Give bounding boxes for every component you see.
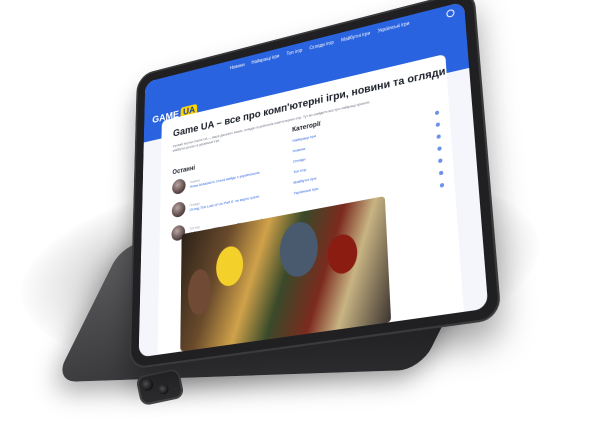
side-rail: [435, 110, 444, 187]
rail-dot[interactable]: [437, 146, 441, 151]
category-link[interactable]: Майбутні ігри: [293, 175, 318, 185]
front-tablet: Новини Найкращі ігри Топ ігор Огляди іго…: [108, 22, 484, 340]
avatar: [172, 201, 186, 219]
nav-item-reviews[interactable]: Огляди ігор: [309, 40, 333, 51]
category-link[interactable]: Найкращі ігри: [292, 133, 317, 143]
category-link[interactable]: Українські ігри: [294, 186, 319, 196]
camera-lens-icon: [158, 383, 170, 395]
camera-lens-icon: [140, 377, 154, 391]
scene: ● Новини Найкращі ігри Топ ігор Огляди і…: [0, 0, 594, 428]
category-link[interactable]: Топ ігор: [293, 164, 318, 174]
nav-item-best-games[interactable]: Найкращі ігри: [252, 54, 280, 66]
recent-heading: Останні: [172, 165, 195, 176]
nav-item-upcoming[interactable]: Майбутні ігри: [341, 31, 370, 44]
tablet-frame: Новини Найкращі ігри Топ ігор Огляди іго…: [129, 0, 502, 370]
rail-dot[interactable]: [436, 134, 440, 139]
category-link[interactable]: Новини: [293, 143, 318, 153]
nav-item-top-games[interactable]: Топ ігор: [286, 48, 302, 57]
tablet-screen: Новини Найкращі ігри Топ ігор Огляди іго…: [139, 1, 489, 357]
nav-item-news[interactable]: Новини: [230, 62, 245, 71]
rail-dot[interactable]: [438, 158, 442, 163]
nav-item-ukrainian[interactable]: Українські ігри: [378, 21, 410, 34]
main-nav: Новини Найкращі ігри Топ ігор Огляди іго…: [230, 21, 410, 71]
rail-dot[interactable]: [439, 171, 443, 176]
search-icon[interactable]: [446, 9, 455, 18]
categories-list: Найкращі ігри Новини Огляди Топ ігор Май…: [292, 133, 318, 201]
rail-dot[interactable]: [440, 183, 444, 188]
rail-dot[interactable]: [435, 110, 439, 115]
category-link[interactable]: Огляди: [293, 154, 318, 164]
rail-dot[interactable]: [436, 122, 440, 127]
avatar: [172, 178, 186, 195]
